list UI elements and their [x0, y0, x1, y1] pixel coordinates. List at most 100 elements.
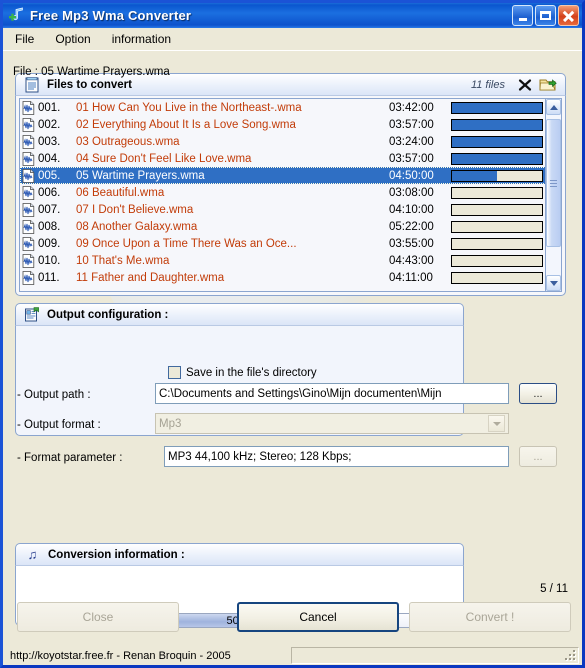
file-row-progress-bar: [451, 271, 543, 284]
file-row-duration: 05:22:00: [389, 220, 434, 233]
file-list-row[interactable]: 007. 07 I Don't Believe.wma 04:10:00: [20, 201, 546, 218]
file-row-progress-bar: [451, 254, 543, 267]
file-row-index: 008.: [38, 220, 61, 233]
file-row-name: 07 I Don't Believe.wma: [76, 203, 194, 216]
file-row-name: 02 Everything About It Is a Love Song.wm…: [76, 118, 296, 131]
resize-grip-icon[interactable]: [565, 650, 576, 661]
file-list-row[interactable]: 002. 02 Everything About It Is a Love Son…: [20, 116, 546, 133]
file-row-duration: 04:10:00: [389, 203, 434, 216]
cancel-button[interactable]: Cancel: [237, 602, 399, 632]
file-row-progress-bar: [451, 118, 543, 131]
file-row-duration: 03:08:00: [389, 186, 434, 199]
file-list-row[interactable]: 001. 01 How Can You Live in the Northeast…: [20, 99, 546, 116]
file-list-row[interactable]: 011. 11 Father and Daughter.wma 04:11:00: [20, 269, 546, 286]
client-area: Files to convert 11 files 001. 01 How Ca…: [3, 51, 582, 665]
menu-item-option[interactable]: Option: [46, 30, 99, 48]
scrollbar-grip-icon: [550, 179, 557, 187]
output-panel-title: Output configuration :: [47, 308, 169, 321]
status-bar: http://koyotstar.free.fr - Renan Broquin…: [3, 646, 582, 665]
wma-file-icon: [22, 253, 35, 268]
close-button[interactable]: [558, 5, 579, 26]
file-row-progress-bar: [451, 203, 543, 216]
files-to-convert-panel: Files to convert 11 files 001. 01 How Ca…: [15, 73, 566, 296]
maximize-button[interactable]: [535, 5, 556, 26]
window-controls: [510, 5, 579, 26]
file-row-name: 11 Father and Daughter.wma: [76, 271, 225, 284]
file-list[interactable]: 001. 01 How Can You Live in the Northeast…: [19, 98, 547, 292]
wma-file-icon: [22, 134, 35, 149]
file-row-progress-fill: [452, 153, 542, 164]
file-list-row[interactable]: 004. 04 Sure Don't Feel Like Love.wma 03:5…: [20, 150, 546, 167]
wma-file-icon: [22, 270, 35, 285]
wma-file-icon: [22, 168, 35, 183]
conversion-counter: 5 / 11: [540, 583, 568, 595]
file-list-row[interactable]: 008. 08 Another Galaxy.wma 05:22:00: [20, 218, 546, 235]
file-row-duration: 03:24:00: [389, 135, 434, 148]
format-parameter-label: - Format parameter :: [17, 452, 123, 464]
output-format-label: - Output format :: [17, 419, 101, 431]
wma-file-icon: [22, 100, 35, 115]
save-in-file-directory-row[interactable]: Save in the file's directory: [168, 366, 317, 379]
wma-file-icon: [22, 236, 35, 251]
files-panel-body: 001. 01 How Can You Live in the Northeast…: [15, 96, 566, 296]
scroll-down-button[interactable]: [546, 275, 561, 291]
file-row-index: 003.: [38, 135, 61, 148]
file-row-duration: 03:55:00: [389, 237, 434, 250]
file-list-row[interactable]: 003. 03 Outrageous.wma 03:24:00: [20, 133, 546, 150]
menu-item-information[interactable]: information: [103, 30, 180, 48]
file-row-duration: 03:57:00: [389, 118, 434, 131]
format-parameter-browse-button: ...: [519, 446, 557, 467]
music-note-add-icon: [7, 6, 26, 25]
file-row-duration: 03:57:00: [389, 152, 434, 165]
format-parameter-input[interactable]: MP3 44,100 kHz; Stereo; 128 Kbps;: [164, 446, 509, 467]
convert-button: Convert !: [409, 602, 571, 632]
file-row-progress-bar: [451, 220, 543, 233]
output-path-browse-button[interactable]: ...: [519, 383, 557, 404]
scroll-up-button[interactable]: [546, 99, 561, 115]
output-path-label: - Output path :: [17, 389, 91, 401]
file-row-name: 08 Another Galaxy.wma: [76, 220, 198, 233]
output-format-select[interactable]: Mp3: [155, 413, 509, 434]
file-row-index: 005.: [38, 169, 61, 182]
file-row-duration: 04:50:00: [389, 169, 434, 182]
file-row-progress-bar: [451, 169, 543, 182]
file-list-row[interactable]: 005. 05 Wartime Prayers.wma 04:50:00: [20, 167, 546, 184]
wma-file-icon: [22, 202, 35, 217]
output-format-value: Mp3: [159, 417, 182, 430]
close-button-bottom: Close: [17, 602, 179, 632]
file-row-progress-bar: [451, 237, 543, 250]
wma-file-icon: [22, 185, 35, 200]
file-list-scrollbar[interactable]: [545, 98, 562, 292]
minimize-button[interactable]: [512, 5, 533, 26]
menu-item-file[interactable]: File: [6, 30, 43, 48]
file-list-row[interactable]: 006. 06 Beautiful.wma 03:08:00: [20, 184, 546, 201]
conversion-current-file: File : 05 Wartime Prayers.wma: [13, 66, 170, 78]
add-folder-icon[interactable]: [539, 77, 557, 93]
save-in-file-directory-checkbox[interactable]: [168, 366, 181, 379]
file-row-name: 09 Once Upon a Time There Was an Oce...: [76, 237, 297, 250]
file-row-name: 05 Wartime Prayers.wma: [76, 169, 205, 182]
wma-file-icon: [22, 117, 35, 132]
clear-x-icon[interactable]: [517, 77, 533, 93]
file-row-index: 004.: [38, 152, 61, 165]
file-row-name: 06 Beautiful.wma: [76, 186, 165, 199]
title-bar: Free Mp3 Wma Converter: [3, 3, 582, 28]
file-list-row[interactable]: 009. 09 Once Upon a Time There Was an Oce…: [20, 235, 546, 252]
files-panel-title: Files to convert: [47, 78, 132, 91]
status-bar-right: [291, 647, 579, 664]
file-row-index: 009.: [38, 237, 61, 250]
file-row-duration: 04:43:00: [389, 254, 434, 267]
file-row-duration: 04:11:00: [389, 271, 433, 284]
file-row-progress-bar: [451, 135, 543, 148]
file-list-row[interactable]: 010. 10 That's Me.wma 04:43:00: [20, 252, 546, 269]
output-path-input[interactable]: C:\Documents and Settings\Gino\Mijn docu…: [155, 383, 509, 404]
file-row-name: 01 How Can You Live in the Northeast-.wm…: [76, 101, 302, 114]
output-panel-header: Output configuration :: [15, 303, 464, 326]
application-window: Free Mp3 Wma Converter File Option infor…: [0, 0, 585, 668]
scrollbar-thumb[interactable]: [546, 119, 561, 247]
file-row-name: 10 That's Me.wma: [76, 254, 170, 267]
conversion-panel-header: ♫ Conversion information :: [15, 543, 464, 566]
file-row-progress-bar: [451, 101, 543, 114]
chevron-down-icon[interactable]: [488, 415, 505, 432]
music-note-icon: ♫: [27, 547, 38, 562]
